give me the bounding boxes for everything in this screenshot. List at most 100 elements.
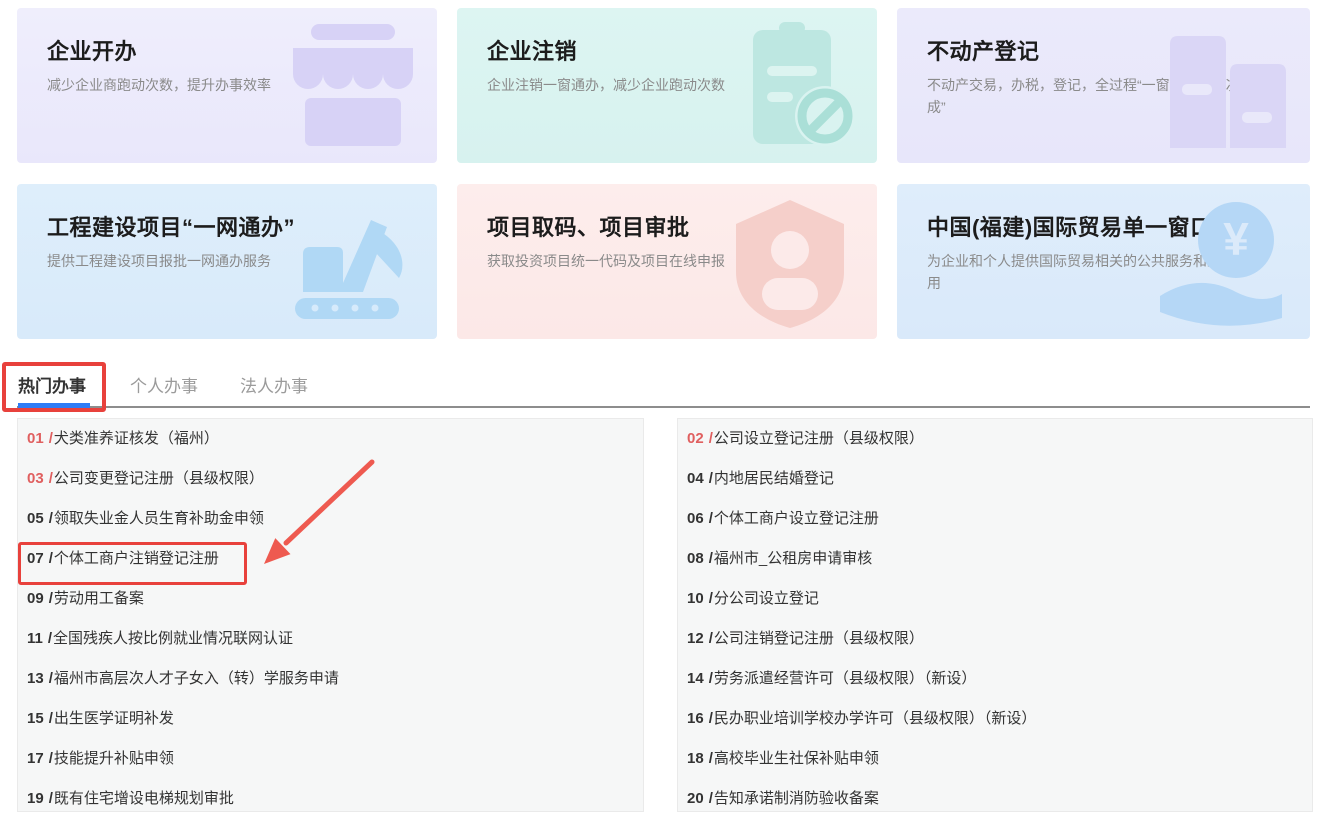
list-item[interactable]: 02 /公司设立登记注册（县级权限）: [678, 419, 1312, 459]
hot-list-right-panel: 02/公司设立登记注册（县级权限） 04/内地居民结婚登记 06/个体工商户设立…: [677, 418, 1313, 812]
item-number: 03: [27, 470, 44, 487]
item-title: 个体工商户注销登记注册: [54, 550, 219, 567]
hot-list-left-panel: 01/犬类准养证核发（福州） 03/公司变更登记注册（县级权限） 05/领取失业…: [17, 418, 644, 812]
item-number: 15: [27, 710, 44, 727]
buildings-icon: [1156, 16, 1296, 156]
item-number: 07: [27, 550, 44, 567]
item-title: 既有住宅增设电梯规划审批: [54, 790, 234, 807]
excavator-icon: [273, 192, 423, 339]
list-item[interactable]: 19 /既有住宅增设电梯规划审批: [18, 779, 643, 819]
item-number: 18: [687, 750, 704, 767]
item-separator: /: [709, 430, 713, 447]
item-separator: /: [49, 750, 53, 767]
item-number: 02: [687, 430, 704, 447]
item-title: 分公司设立登记: [714, 590, 819, 607]
list-item-highlighted[interactable]: 07 /个体工商户注销登记注册: [18, 539, 643, 579]
item-title: 领取失业金人员生育补助金申领: [54, 510, 264, 527]
item-title: 民办职业培训学校办学许可（县级权限）（新设）: [714, 710, 1037, 727]
item-number: 13: [27, 670, 44, 687]
tab-legal-entity-services[interactable]: 法人办事: [240, 372, 308, 397]
item-separator: /: [49, 510, 53, 527]
list-item[interactable]: 20 /告知承诺制消防验收备案: [678, 779, 1312, 819]
list-item[interactable]: 03/公司变更登记注册（县级权限）: [18, 459, 643, 499]
card-project-code-approval[interactable]: 项目取码、项目审批 获取投资项目统一代码及项目在线申报: [457, 184, 877, 339]
item-number: 05: [27, 510, 44, 527]
item-title: 高校毕业生社保补贴申领: [714, 750, 879, 767]
item-title: 全国残疾人按比例就业情况联网认证: [53, 630, 293, 647]
card-construction-project[interactable]: 工程建设项目“一网通办” 提供工程建设项目报批一网通办服务: [17, 184, 437, 339]
item-separator: /: [49, 670, 53, 687]
list-item[interactable]: 12 /公司注销登记注册（县级权限）: [678, 619, 1312, 659]
item-separator: /: [709, 790, 713, 807]
list-item[interactable]: 04 /内地居民结婚登记: [678, 459, 1312, 499]
item-separator: /: [709, 710, 713, 727]
item-number: 08: [687, 550, 704, 567]
item-title: 个体工商户设立登记注册: [714, 510, 879, 527]
item-number: 04: [687, 470, 704, 487]
item-separator: /: [49, 590, 53, 607]
card-title: 企业注销: [487, 34, 577, 66]
item-title: 福州市_公租房申请审核: [714, 550, 872, 567]
card-enterprise-setup[interactable]: 企业开办 减少企业商跑动次数，提升办事效率: [17, 8, 437, 163]
list-item[interactable]: 06/个体工商户设立登记注册: [678, 499, 1312, 539]
item-title: 公司设立登记注册（县级权限）: [714, 430, 924, 447]
active-tab-underline: [18, 403, 90, 408]
item-title: 福州市高层次人才子女入（转）学服务申请: [54, 670, 339, 687]
list-item[interactable]: 05 /领取失业金人员生育补助金申领: [18, 499, 643, 539]
item-separator: /: [709, 470, 713, 487]
list-item[interactable]: 08 /福州市_公租房申请审核: [678, 539, 1312, 579]
item-separator: /: [48, 630, 52, 647]
card-real-estate[interactable]: 不动产登记 不动产交易，办税，登记，全过程“一窗受理，一次办成”: [897, 8, 1310, 163]
item-title: 公司变更登记注册（县级权限）: [54, 470, 264, 487]
item-separator: /: [709, 550, 713, 567]
tabs-divider-rule: [17, 406, 1310, 408]
list-item[interactable]: 15 /出生医学证明补发: [18, 699, 643, 739]
item-title: 出生医学证明补发: [54, 710, 174, 727]
list-item[interactable]: 16 /民办职业培训学校办学许可（县级权限）（新设）: [678, 699, 1312, 739]
item-separator: /: [709, 630, 713, 647]
coin-hand-icon: ¥: [1146, 192, 1296, 339]
item-separator: /: [709, 670, 713, 687]
list-item[interactable]: 13 /福州市高层次人才子女入（转）学服务申请: [18, 659, 643, 699]
card-title: 企业开办: [47, 34, 137, 66]
item-title: 内地居民结婚登记: [714, 470, 834, 487]
item-number: 14: [687, 670, 704, 687]
item-separator: /: [49, 550, 53, 567]
item-number: 12: [687, 630, 704, 647]
card-single-window-trade[interactable]: 中国(福建)国际贸易单一窗口 为企业和个人提供国际贸易相关的公共服务和业务应用 …: [897, 184, 1310, 339]
item-title: 劳务派遣经营许可（县级权限）（新设）: [714, 670, 977, 687]
item-separator: /: [49, 710, 53, 727]
item-number: 06: [687, 510, 704, 527]
shield-user-icon: [718, 192, 863, 337]
list-item[interactable]: 11 /全国残疾人按比例就业情况联网认证: [18, 619, 643, 659]
card-enterprise-cancel[interactable]: 企业注销 企业注销一窗通办，减少企业跑动次数: [457, 8, 877, 163]
list-item[interactable]: 18 /高校毕业生社保补贴申领: [678, 739, 1312, 779]
item-number: 16: [687, 710, 704, 727]
item-separator: /: [49, 430, 53, 447]
list-item[interactable]: 01/犬类准养证核发（福州）: [18, 419, 643, 459]
item-title: 劳动用工备案: [54, 590, 144, 607]
item-separator: /: [709, 590, 713, 607]
item-title: 公司注销登记注册（县级权限）: [714, 630, 924, 647]
list-item[interactable]: 17/技能提升补贴申领: [18, 739, 643, 779]
item-number: 10: [687, 590, 704, 607]
list-item[interactable]: 09 /劳动用工备案: [18, 579, 643, 619]
tab-hot-services[interactable]: 热门办事: [18, 372, 86, 397]
clipboard-cancel-icon: [723, 16, 863, 156]
item-number: 19: [27, 790, 44, 807]
card-title: 工程建设项目“一网通办”: [47, 210, 295, 242]
list-item[interactable]: 14 /劳务派遣经营许可（县级权限）（新设）: [678, 659, 1312, 699]
card-title: 项目取码、项目审批: [487, 210, 690, 242]
list-item[interactable]: 10 /分公司设立登记: [678, 579, 1312, 619]
item-number: 11: [27, 630, 43, 647]
item-number: 01: [27, 430, 44, 447]
storefront-icon: [283, 16, 423, 156]
item-separator: /: [709, 750, 713, 767]
item-number: 09: [27, 590, 44, 607]
item-title: 告知承诺制消防验收备案: [714, 790, 879, 807]
tab-personal-services[interactable]: 个人办事: [130, 372, 198, 397]
item-separator: /: [49, 790, 53, 807]
item-number: 20: [687, 790, 704, 807]
card-title: 不动产登记: [927, 34, 1040, 66]
item-title: 技能提升补贴申领: [54, 750, 174, 767]
